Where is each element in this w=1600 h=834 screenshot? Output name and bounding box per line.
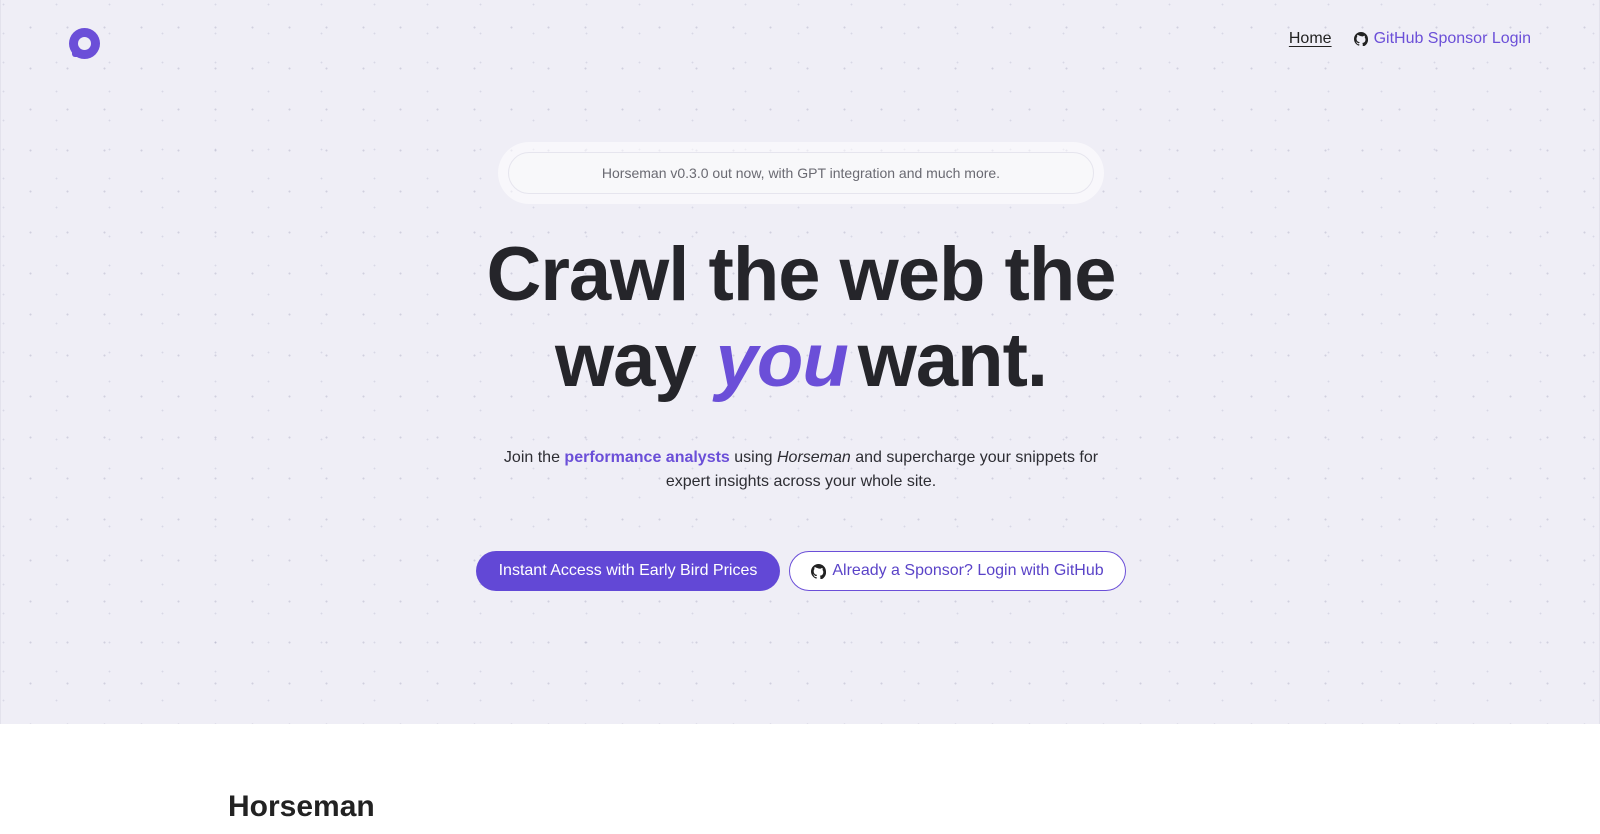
sponsor-login-label: Already a Sponsor? Login with GitHub	[832, 562, 1104, 579]
headline-want: want.	[857, 318, 1048, 403]
top-nav: Home GitHub Sponsor Login	[1289, 28, 1531, 50]
sponsor-login-github-button[interactable]: Already a Sponsor? Login with GitHub	[789, 551, 1126, 591]
sub-prefix: Join the	[503, 449, 560, 466]
announcement-pill[interactable]: Horseman v0.3.0 out now, with GPT integr…	[498, 142, 1104, 204]
nav-home-link[interactable]: Home	[1289, 30, 1332, 48]
hero-subtitle: Join the performance analysts using Hors…	[481, 446, 1121, 494]
sub-product: Horseman	[776, 449, 851, 466]
sub-using: using	[734, 449, 773, 466]
github-icon	[811, 563, 827, 579]
nav-github-label: GitHub Sponsor Login	[1373, 30, 1531, 47]
headline-way: way	[554, 318, 697, 403]
section-title: Horseman	[228, 790, 375, 823]
early-bird-access-button[interactable]: Instant Access with Early Bird Prices	[476, 551, 780, 591]
performance-analysts-link[interactable]: performance analysts	[564, 449, 729, 466]
announcement-text: Horseman v0.3.0 out now, with GPT integr…	[508, 152, 1094, 194]
hero-section: Home GitHub Sponsor Login Horseman v0.3.…	[0, 0, 1600, 724]
hero-headline: Crawl the web the way you want.	[301, 232, 1301, 404]
nav-github-sponsor-login-link[interactable]: GitHub Sponsor Login	[1353, 30, 1531, 48]
sub-suffix: and supercharge your snippets for expert…	[665, 449, 1099, 490]
headline-you: you	[715, 318, 849, 403]
headline-line1: Crawl the web the	[486, 232, 1116, 317]
logo-tail	[72, 51, 78, 57]
github-icon	[1353, 32, 1368, 46]
